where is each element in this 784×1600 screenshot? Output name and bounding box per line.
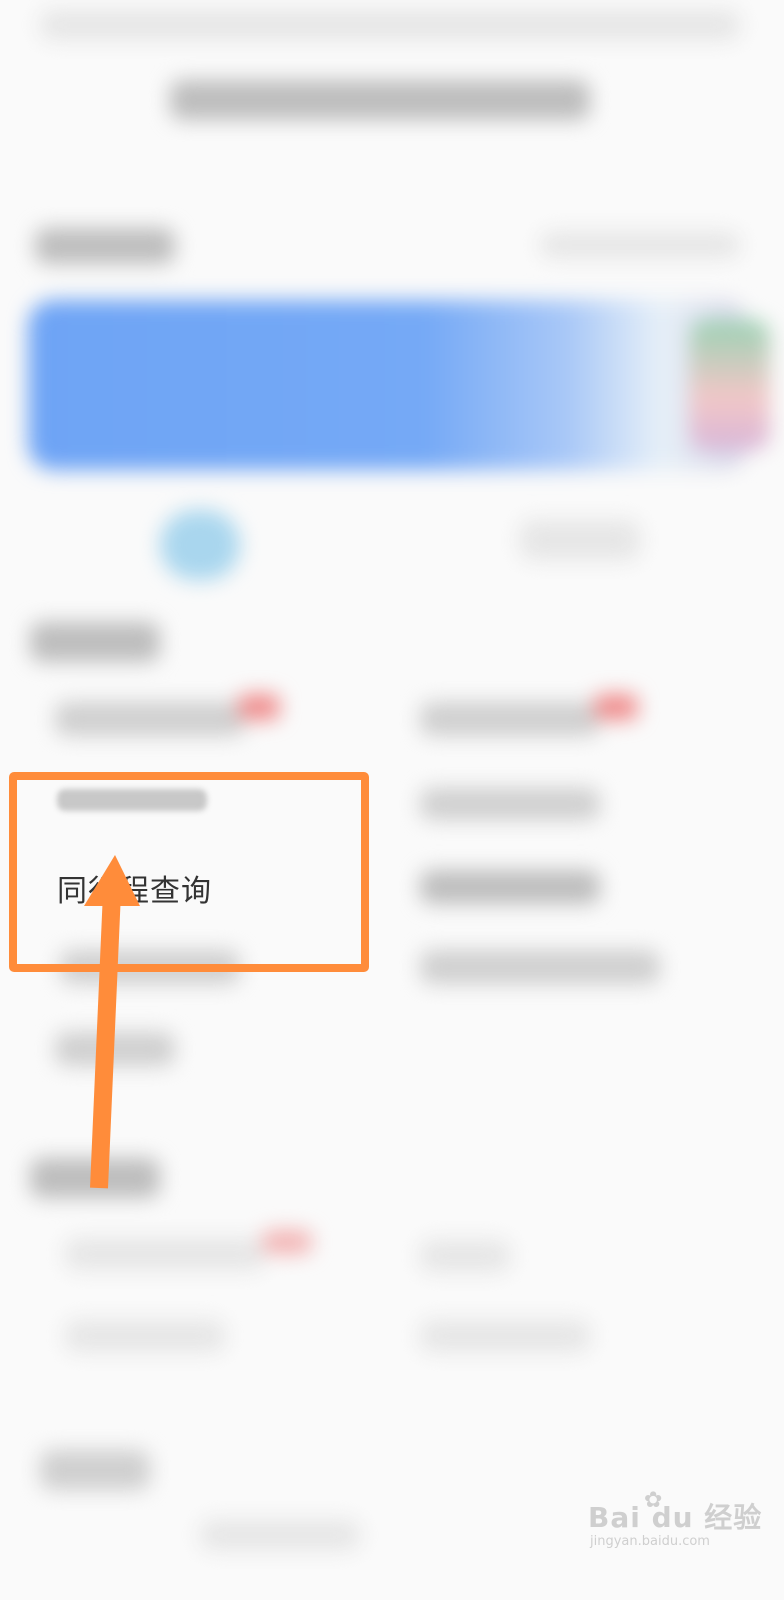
arrow-head — [84, 855, 140, 906]
arrow-shaft — [90, 891, 121, 1189]
baidu-jingyan-watermark: ✿ Bai du 经验 jingyan.baidu.com — [588, 1488, 761, 1558]
watermark-url: jingyan.baidu.com — [590, 1534, 710, 1549]
pointer-arrow — [84, 855, 140, 1189]
watermark-brand: Bai du 经验 — [588, 1501, 763, 1534]
